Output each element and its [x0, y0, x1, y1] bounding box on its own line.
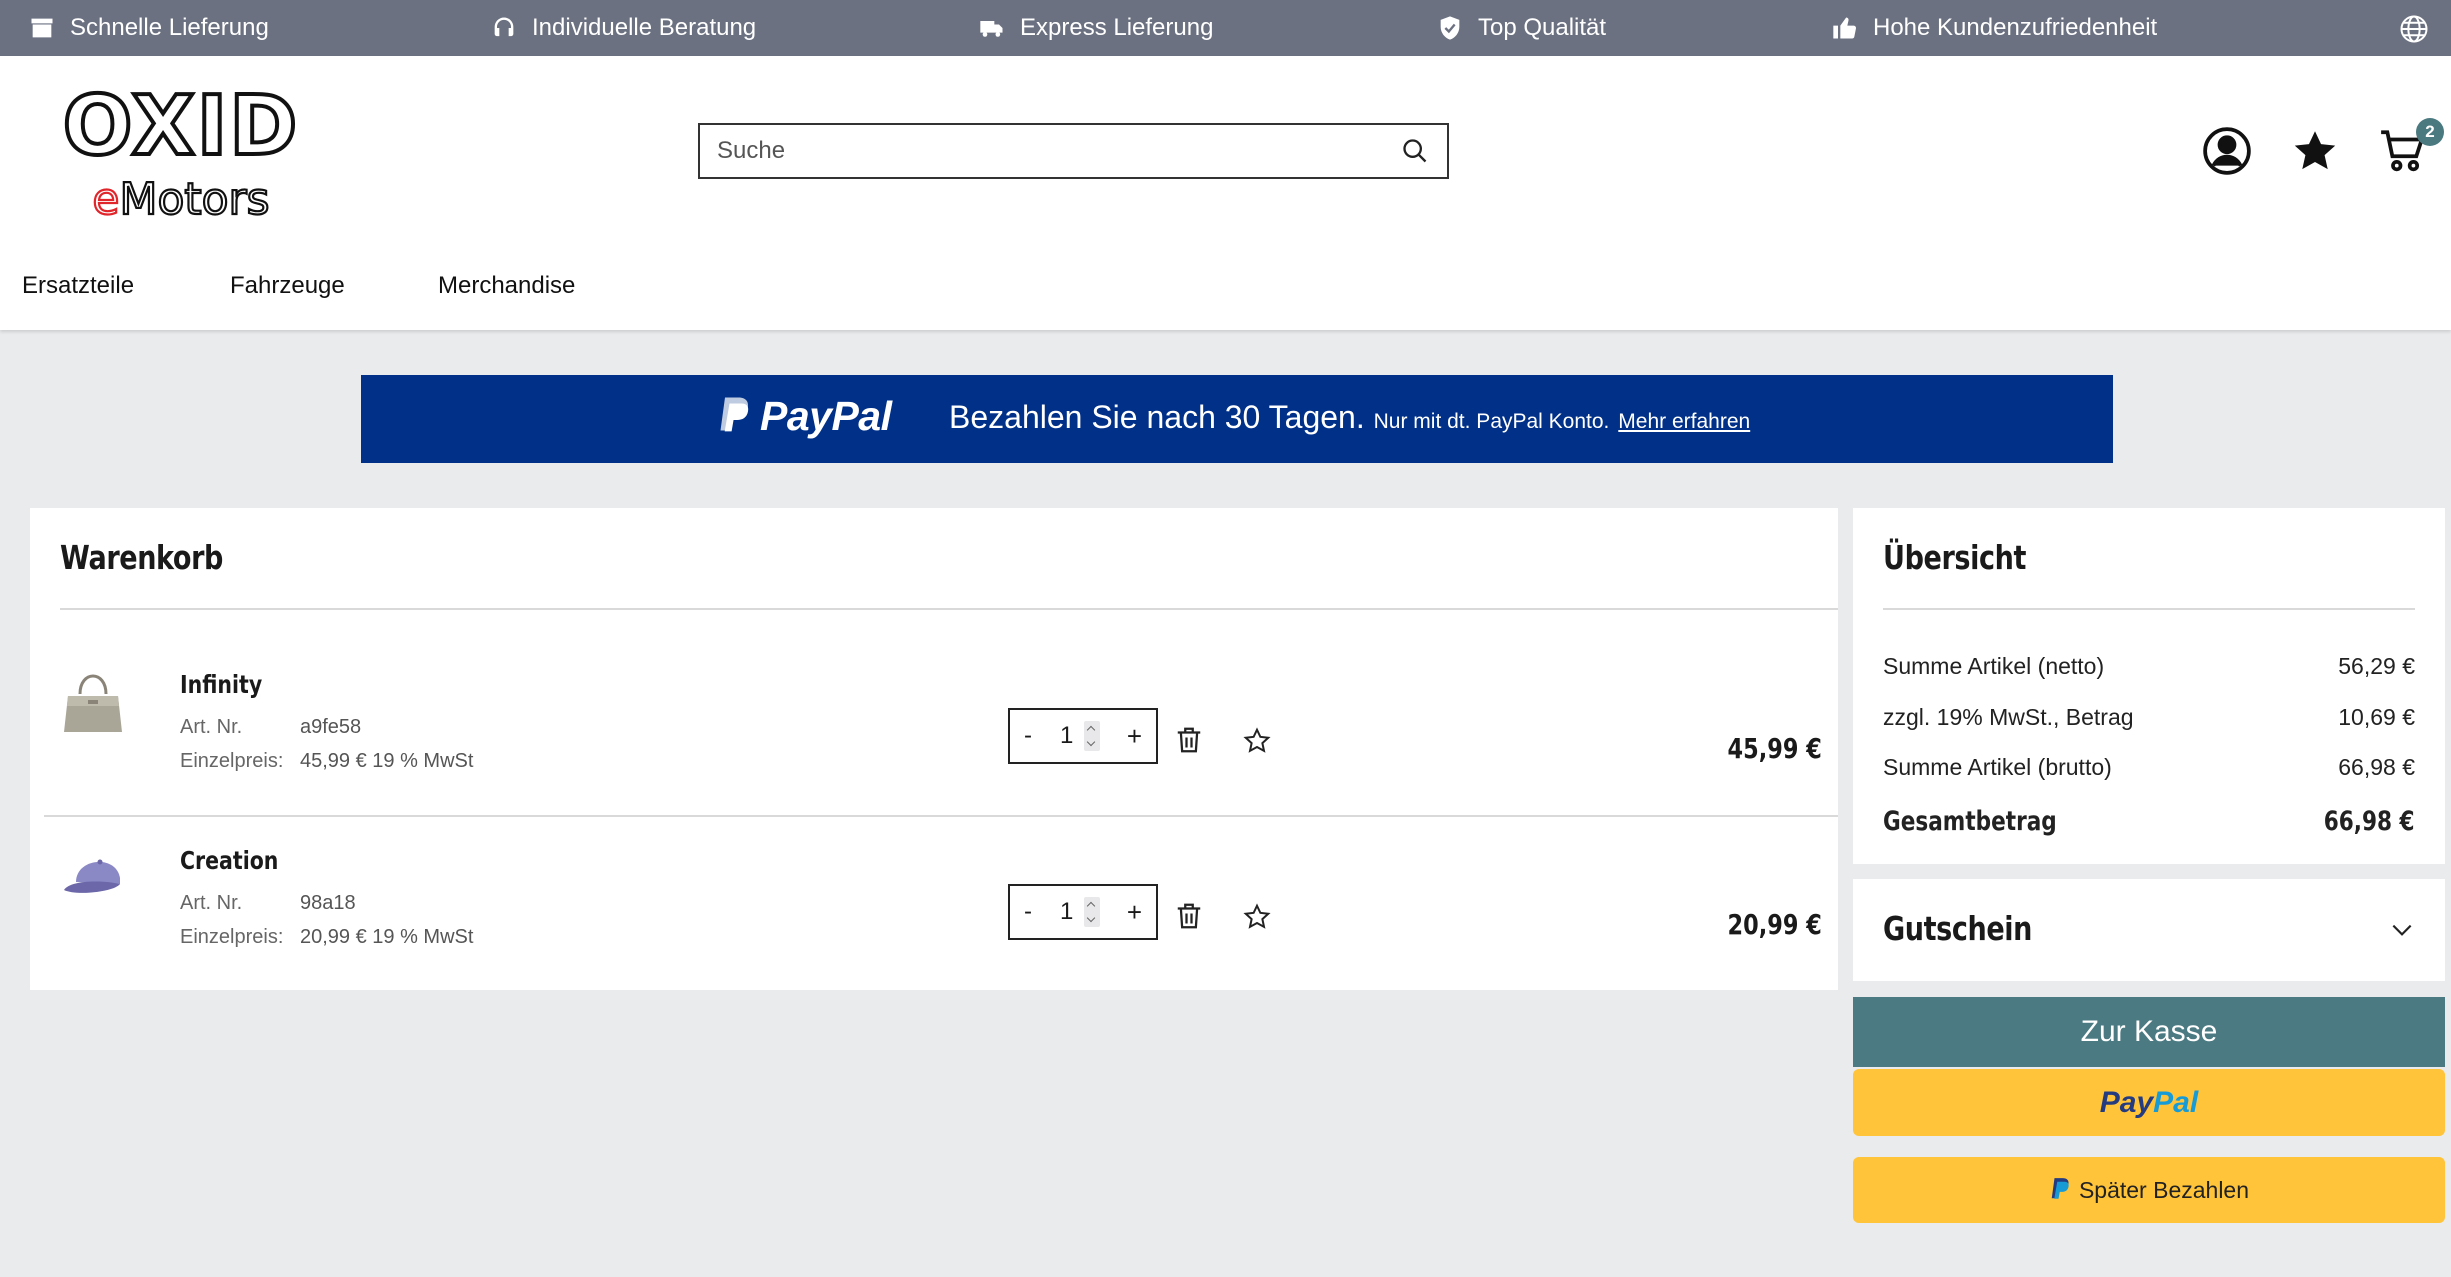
summary-row-total: Gesamtbetrag 66,98 € [1883, 806, 2415, 837]
cart-title: Warenkorb [60, 538, 224, 577]
cart-panel: Warenkorb Infinity Art. Nr. a9fe58 Einze… [30, 508, 1838, 990]
cart-item-total: 45,99 € [1727, 732, 1822, 765]
art-nr-value: a9fe58 [300, 716, 362, 738]
search-icon[interactable] [1401, 137, 1429, 165]
site-header: OXID eMotors 2 Ersatzteile Fahrzeuge Mer… [0, 56, 2451, 330]
summary-vat-label: zzgl. 19% MwSt., Betrag [1883, 704, 2134, 730]
headset-icon [494, 17, 514, 37]
summary-row-net: Summe Artikel (netto) 56,29 € [1883, 653, 2415, 680]
summary-rows: Summe Artikel (netto) 56,29 € zzgl. 19% … [1883, 508, 2415, 864]
cap-product-image[interactable] [62, 846, 128, 906]
quantity-stepper: - 1 + [1008, 884, 1158, 940]
chevron-down-icon[interactable] [2389, 917, 2415, 943]
summary-vat-value: 10,69 € [2338, 704, 2415, 730]
cart-item-unit-price: Einzelpreis: 20,99 € 19 % MwSt [180, 926, 473, 949]
paypal-logo: PayPal [716, 393, 892, 440]
summary-panel: Übersicht Summe Artikel (netto) 56,29 € … [1853, 508, 2445, 864]
cart-item-unit-price: Einzelpreis: 45,99 € 19 % MwSt [180, 750, 473, 773]
art-nr-value: 98a18 [300, 892, 356, 914]
quantity-input[interactable]: 1 [1060, 898, 1073, 926]
paypal-button-wordmark: PayPal [2099, 1085, 2199, 1119]
box-icon [31, 18, 53, 38]
summary-row-vat: zzgl. 19% MwSt., Betrag 10,69 € [1883, 704, 2415, 731]
paypal-p-icon [2051, 1178, 2069, 1199]
truck-icon [980, 21, 1003, 37]
cart-item-art-nr: Art. Nr. a9fe58 [180, 716, 361, 739]
voucher-title: Gutschein [1883, 909, 2033, 948]
summary-gross-value: 66,98 € [2338, 754, 2415, 780]
benefit-express: Express Lieferung [978, 0, 1213, 56]
summary-row-gross: Summe Artikel (brutto) 66,98 € [1883, 754, 2415, 781]
account-icon[interactable] [2202, 126, 2252, 176]
benefits-bar: Schnelle Lieferung Individuelle Beratung… [0, 0, 2451, 56]
summary-gross-label: Summe Artikel (brutto) [1883, 754, 2112, 780]
benefit-fast-delivery: Schnelle Lieferung [28, 0, 269, 56]
paypal-banner-headline: Bezahlen Sie nach 30 Tagen. [949, 399, 1365, 435]
checkout-button[interactable]: Zur Kasse [1853, 997, 2445, 1067]
cart-item-divider [44, 815, 1838, 817]
voucher-panel[interactable]: Gutschein [1853, 879, 2445, 981]
paypal-p-icon [720, 397, 749, 431]
nav-item-fahrzeuge[interactable]: Fahrzeuge [230, 272, 345, 300]
summary-total-label: Gesamtbetrag [1883, 806, 2057, 837]
search-input[interactable] [700, 126, 1390, 176]
wishlist-add-star-icon[interactable] [1242, 902, 1272, 932]
logo-motors: Motors [120, 174, 270, 225]
quantity-input[interactable]: 1 [1060, 722, 1073, 750]
unit-price-value: 20,99 € 19 % MwSt [300, 926, 474, 948]
cart-item-name[interactable]: Infinity [180, 670, 262, 699]
pay-later-label: Später Bezahlen [2078, 1176, 2250, 1203]
cart-item-art-nr: Art. Nr. 98a18 [180, 892, 356, 915]
nav-item-ersatzteile[interactable]: Ersatzteile [22, 272, 134, 300]
cart-item-name[interactable]: Creation [180, 846, 278, 875]
unit-price-value: 45,99 € 19 % MwSt [300, 750, 474, 772]
oxid-emotors-logo[interactable]: OXID eMotors [28, 86, 334, 226]
cart-title-divider [60, 608, 1838, 610]
quantity-spinner[interactable] [1084, 897, 1100, 927]
logo-text-oxid: OXID [63, 86, 300, 174]
trash-icon[interactable] [1174, 901, 1204, 931]
wishlist-star-icon[interactable] [2290, 126, 2340, 176]
logo-accent-e: e [92, 174, 119, 225]
summary-total-value: 66,98 € [2324, 806, 2415, 837]
art-nr-label: Art. Nr. [180, 716, 243, 738]
paypal-pay-later-banner: PayPal Bezahlen Sie nach 30 Tagen. Nur m… [361, 375, 2113, 463]
shield-check-icon [1440, 16, 1460, 40]
quantity-stepper: - 1 + [1008, 708, 1158, 764]
cart-item-total: 20,99 € [1727, 908, 1822, 941]
quantity-decrease-button[interactable]: - [1024, 898, 1032, 926]
unit-price-label: Einzelpreis: [180, 926, 284, 948]
wishlist-add-star-icon[interactable] [1242, 726, 1272, 756]
benefit-consulting: Individuelle Beratung [490, 0, 756, 56]
quantity-spinner[interactable] [1084, 721, 1100, 751]
paypal-wordmark: PayPal [760, 393, 892, 439]
search-box [698, 123, 1449, 179]
summary-net-label: Summe Artikel (netto) [1883, 653, 2105, 679]
cart-count-badge: 2 [2416, 118, 2444, 146]
globe-icon[interactable] [2399, 14, 2429, 44]
quantity-increase-button[interactable]: + [1127, 721, 1142, 752]
paypal-banner-message: Bezahlen Sie nach 30 Tagen. Nur mit dt. … [949, 399, 1750, 436]
quantity-decrease-button[interactable]: - [1024, 722, 1032, 750]
paypal-learn-more-link[interactable]: Mehr erfahren [1618, 410, 1750, 433]
benefit-satisfaction: Hohe Kundenzufriedenheit [1831, 0, 2157, 56]
thumbs-up-icon [1833, 17, 1857, 39]
benefit-quality: Top Qualität [1436, 0, 1606, 56]
handbag-product-image[interactable] [62, 666, 124, 736]
unit-price-label: Einzelpreis: [180, 750, 284, 772]
nav-item-merchandise[interactable]: Merchandise [438, 272, 575, 300]
quantity-increase-button[interactable]: + [1127, 897, 1142, 928]
paypal-pay-later-button[interactable]: Später Bezahlen [1853, 1157, 2445, 1223]
summary-net-value: 56,29 € [2338, 653, 2415, 679]
paypal-checkout-button[interactable]: PayPal [1853, 1069, 2445, 1136]
trash-icon[interactable] [1174, 725, 1204, 755]
paypal-banner-note: Nur mit dt. PayPal Konto. [1373, 410, 1610, 433]
art-nr-label: Art. Nr. [180, 892, 243, 914]
logo-text-emotors: eMotors [92, 174, 269, 225]
